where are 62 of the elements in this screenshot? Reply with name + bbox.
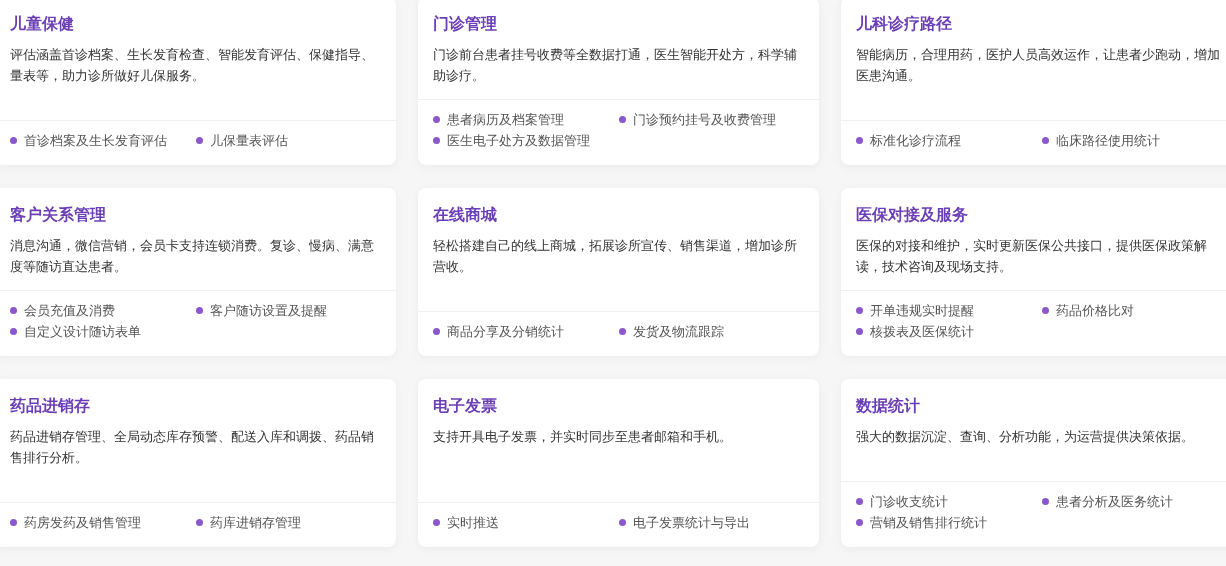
card-description: 支持开具电子发票，并实时同步至患者邮箱和手机。 bbox=[433, 428, 733, 446]
bullet-icon bbox=[10, 328, 17, 335]
bullet-icon bbox=[856, 137, 863, 144]
bullet-icon bbox=[856, 519, 863, 526]
bullet-icon bbox=[10, 137, 17, 144]
card-title: 门诊管理 bbox=[433, 13, 497, 35]
bullet-icon bbox=[196, 307, 203, 314]
bullet-icon bbox=[433, 519, 440, 526]
bullet-icon bbox=[10, 307, 17, 314]
bullet-icon bbox=[196, 519, 203, 526]
feature-item: 实时推送 bbox=[447, 514, 499, 532]
bullet-icon bbox=[196, 137, 203, 144]
card-title: 儿科诊疗路径 bbox=[856, 13, 952, 35]
feature-item: 儿保量表评估 bbox=[210, 132, 288, 150]
bullet-icon bbox=[1042, 137, 1049, 144]
card-title: 药品进销存 bbox=[10, 395, 90, 417]
feature-item: 电子发票统计与导出 bbox=[633, 514, 750, 532]
bullet-icon bbox=[856, 498, 863, 505]
card-description: 评估涵盖首诊档案、生长发育检查、智能发育评估、保健指导、量表等，助力诊所做好儿保服务。 bbox=[10, 46, 375, 85]
card-title: 电子发票 bbox=[433, 395, 497, 417]
feature-item: 标准化诊疗流程 bbox=[870, 132, 961, 150]
bullet-icon bbox=[433, 137, 440, 144]
feature-item: 患者分析及医务统计 bbox=[1056, 493, 1173, 511]
card-description: 药品进销存管理、全局动态库存预警、配送入库和调拨、药品销售排行分析。 bbox=[10, 428, 375, 467]
card-title: 儿童保健 bbox=[10, 13, 74, 35]
bullet-icon bbox=[1042, 307, 1049, 314]
feature-item: 自定义设计随访表单 bbox=[24, 323, 141, 341]
feature-item: 门诊预约挂号及收费管理 bbox=[633, 111, 776, 129]
bullet-icon bbox=[10, 519, 17, 526]
feature-item: 患者病历及档案管理 bbox=[447, 111, 564, 129]
bullet-icon bbox=[856, 307, 863, 314]
feature-item: 首诊档案及生长发育评估 bbox=[24, 132, 167, 150]
card-description: 强大的数据沉淀、查询、分析功能，为运营提供决策依据。 bbox=[856, 428, 1195, 446]
feature-item: 药房发药及销售管理 bbox=[24, 514, 141, 532]
card-description: 消息沟通，微信营销，会员卡支持连锁消费。复诊、慢病、满意度等随访直达患者。 bbox=[10, 237, 375, 276]
bullet-icon bbox=[433, 328, 440, 335]
feature-item: 商品分享及分销统计 bbox=[447, 323, 564, 341]
feature-item: 医生电子处方及数据管理 bbox=[447, 132, 590, 150]
card-description: 轻松搭建自己的线上商城，拓展诊所宣传、销售渠道，增加诊所营收。 bbox=[433, 237, 798, 276]
bullet-icon bbox=[856, 328, 863, 335]
feature-item: 药品价格比对 bbox=[1056, 302, 1134, 320]
feature-item: 发货及物流跟踪 bbox=[633, 323, 724, 341]
bullet-icon bbox=[1042, 498, 1049, 505]
card-description: 门诊前台患者挂号收费等全数据打通，医生智能开处方，科学辅助诊疗。 bbox=[433, 46, 798, 85]
feature-item: 会员充值及消费 bbox=[24, 302, 115, 320]
feature-item: 核拨表及医保统计 bbox=[870, 323, 974, 341]
card-title: 数据统计 bbox=[856, 395, 920, 417]
feature-item: 门诊收支统计 bbox=[870, 493, 948, 511]
bullet-icon bbox=[619, 519, 626, 526]
card-description: 医保的对接和维护，实时更新医保公共接口，提供医保政策解读，技术咨询及现场支持。 bbox=[856, 237, 1208, 276]
card-title: 客户关系管理 bbox=[10, 204, 106, 226]
feature-item: 营销及销售排行统计 bbox=[870, 514, 987, 532]
card-title: 在线商城 bbox=[433, 204, 497, 226]
card-description: 智能病历，合理用药，医护人员高效运作，让患者少跑动，增加医患沟通。 bbox=[856, 46, 1221, 85]
feature-item: 临床路径使用统计 bbox=[1056, 132, 1160, 150]
feature-item: 开单违规实时提醒 bbox=[870, 302, 974, 320]
feature-item: 药库进销存管理 bbox=[210, 514, 301, 532]
bullet-icon bbox=[619, 328, 626, 335]
bullet-icon bbox=[619, 116, 626, 123]
bullet-icon bbox=[433, 116, 440, 123]
card-title: 医保对接及服务 bbox=[856, 204, 968, 226]
feature-item: 客户随访设置及提醒 bbox=[210, 302, 327, 320]
